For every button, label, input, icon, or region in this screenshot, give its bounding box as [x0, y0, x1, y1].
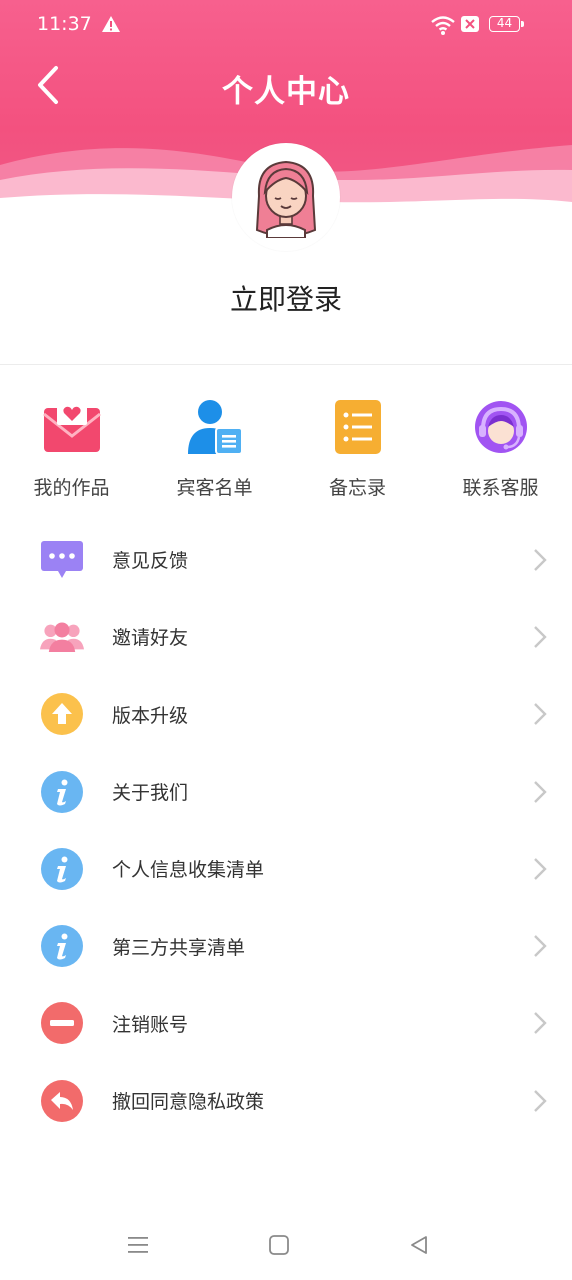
menu-item-personal-info-list[interactable]: 个人信息收集清单 — [0, 830, 572, 907]
chevron-right-icon — [534, 548, 547, 571]
chevron-right-icon — [534, 626, 547, 648]
chevron-right-icon — [534, 857, 547, 880]
menu-label: 意见反馈 — [112, 550, 189, 573]
minus-circle-icon — [40, 1001, 84, 1045]
menu-nav-button[interactable] — [123, 1230, 153, 1260]
guest-list-icon — [183, 395, 247, 459]
battery-level: 44 — [496, 16, 513, 30]
quick-label-customer-service: 联系客服 — [462, 477, 539, 499]
my-works-button[interactable]: 我的作品 — [7, 395, 137, 505]
memo-icon — [326, 395, 390, 459]
avatar[interactable] — [232, 143, 340, 251]
upgrade-arrow-icon — [40, 692, 84, 736]
menu-lines-icon — [128, 1237, 148, 1253]
chevron-right-icon — [534, 935, 547, 957]
menu-label: 撤回同意隐私政策 — [112, 1091, 265, 1114]
feedback-chat-icon — [40, 538, 84, 582]
customer-service-icon — [469, 395, 533, 459]
info-icon — [40, 847, 84, 891]
memo-button[interactable]: 备忘录 — [293, 395, 423, 505]
info-icon — [40, 770, 84, 814]
chevron-right-icon — [534, 703, 547, 726]
quick-label-guest-list: 宾客名单 — [176, 477, 253, 499]
menu-item-feedback[interactable]: 意见反馈 — [0, 521, 572, 598]
settings-menu: 意见反馈 邀请好友 版本升级 关于我们 个人信息收集清单 第三方共享清单 注销账… — [0, 521, 572, 1139]
quick-label-my-works: 我的作品 — [33, 477, 110, 499]
menu-item-invite-friends[interactable]: 邀请好友 — [0, 598, 572, 675]
home-nav-button[interactable] — [264, 1230, 294, 1260]
home-square-icon — [269, 1235, 289, 1255]
battery-icon: 44 — [489, 16, 524, 32]
menu-item-third-party-sharing[interactable]: 第三方共享清单 — [0, 907, 572, 984]
menu-item-about-us[interactable]: 关于我们 — [0, 753, 572, 830]
chevron-right-icon — [534, 1089, 547, 1112]
customer-service-button[interactable]: 联系客服 — [436, 395, 566, 505]
status-bar: 11:37 44 — [0, 0, 572, 50]
menu-item-delete-account[interactable]: 注销账号 — [0, 985, 572, 1062]
no-sim-icon — [461, 16, 479, 32]
chevron-right-icon — [534, 780, 547, 803]
chevron-right-icon — [534, 1012, 547, 1035]
page-title: 个人中心 — [222, 74, 350, 110]
warning-icon — [102, 16, 120, 32]
invite-friends-icon — [40, 615, 84, 659]
login-button[interactable]: 立即登录 — [0, 278, 572, 318]
wifi-icon — [431, 16, 455, 35]
menu-label: 邀请好友 — [112, 627, 189, 650]
heart-envelope-icon — [40, 395, 104, 459]
menu-label: 个人信息收集清单 — [112, 859, 265, 882]
menu-label: 关于我们 — [112, 782, 189, 805]
back-nav-button[interactable] — [404, 1230, 434, 1260]
quick-actions: 我的作品 宾客名单 备忘录 联系客服 — [0, 395, 572, 505]
status-time: 11:37 — [37, 13, 92, 35]
divider — [0, 364, 572, 365]
system-navigation-bar — [0, 1210, 572, 1280]
menu-label: 第三方共享清单 — [112, 936, 246, 959]
guest-list-button[interactable]: 宾客名单 — [150, 395, 280, 505]
revoke-arrow-icon — [40, 1079, 84, 1123]
menu-item-revoke-privacy-consent[interactable]: 撤回同意隐私政策 — [0, 1062, 572, 1139]
quick-label-memo: 备忘录 — [328, 477, 386, 499]
menu-label: 版本升级 — [112, 704, 189, 727]
back-triangle-icon — [411, 1236, 427, 1254]
info-icon — [40, 924, 84, 968]
menu-item-upgrade[interactable]: 版本升级 — [0, 676, 572, 753]
girl-avatar-icon — [255, 160, 317, 238]
menu-label: 注销账号 — [112, 1013, 189, 1036]
